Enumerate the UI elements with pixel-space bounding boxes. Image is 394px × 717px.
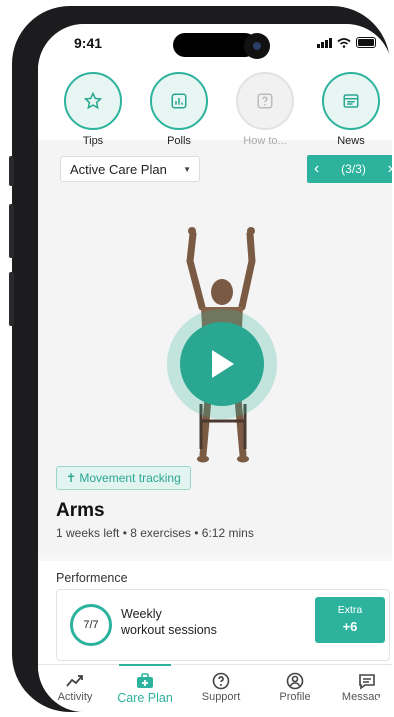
- tab-messages[interactable]: Messages: [332, 671, 392, 703]
- quick-action-label: Tips: [82, 135, 104, 147]
- tab-label: Profile: [279, 691, 311, 703]
- signal-icon: [317, 37, 332, 48]
- news-icon: [343, 94, 359, 108]
- performance-section: Performence 7/7 Weekly workout sessions …: [38, 561, 392, 671]
- care-plan-icon: [137, 673, 153, 688]
- bottom-tab-bar: Activity Care Plan Support Profile Messa…: [38, 664, 392, 712]
- battery-icon: [356, 37, 376, 48]
- messages-icon: [359, 673, 375, 690]
- side-button: [9, 204, 14, 258]
- quick-action-tips[interactable]: Tips: [56, 72, 130, 147]
- tab-label: Support: [201, 691, 241, 703]
- performance-label: Performence: [56, 571, 128, 585]
- poll-icon: [171, 93, 187, 109]
- pager-label: (3/3): [341, 162, 366, 176]
- tab-care-plan[interactable]: Care Plan: [110, 664, 180, 705]
- wifi-icon: [337, 37, 351, 48]
- play-icon: [212, 350, 234, 378]
- phone-frame: 9:41 Tips Polls How to... News Active Ca…: [9, 6, 392, 712]
- quick-action-circle: [236, 72, 294, 130]
- quick-action-circle: [150, 72, 208, 130]
- exercise-video[interactable]: [38, 199, 392, 469]
- tab-label: Activity: [57, 691, 93, 703]
- dropdown-value: Active Care Plan: [70, 162, 167, 177]
- status-time: 9:41: [74, 35, 103, 51]
- star-icon: [84, 92, 102, 110]
- support-icon: [212, 672, 230, 690]
- tab-label: Messages: [341, 691, 392, 703]
- weekly-sessions-text: Weekly workout sessions: [121, 606, 217, 638]
- extra-label: Extra: [337, 604, 363, 616]
- caret-down-icon: ▼: [183, 165, 191, 174]
- quick-action-polls[interactable]: Polls: [142, 72, 216, 147]
- tab-support[interactable]: Support: [186, 671, 256, 703]
- app-screen: 9:41 Tips Polls How to... News Active Ca…: [38, 24, 392, 712]
- prev-button[interactable]: ‹: [314, 160, 319, 178]
- quick-action-how-to[interactable]: How to...: [228, 72, 302, 147]
- movement-tracking-tag[interactable]: ✝ Movement tracking: [56, 466, 191, 490]
- quick-actions: Tips Polls How to... News: [38, 68, 392, 147]
- quick-action-label: How to...: [243, 135, 287, 147]
- quick-action-circle: [64, 72, 122, 130]
- weekly-line-2: workout sessions: [121, 623, 217, 637]
- extra-sessions-badge[interactable]: Extra +6: [315, 597, 385, 643]
- weekly-line-1: Weekly: [121, 607, 162, 621]
- side-button: [9, 272, 14, 326]
- profile-icon: [286, 672, 304, 690]
- tab-activity[interactable]: Activity: [40, 671, 110, 703]
- exercise-meta: 1 weeks left • 8 exercises • 6:12 mins: [56, 526, 254, 540]
- side-button: [9, 156, 14, 186]
- next-button[interactable]: ›: [388, 160, 392, 178]
- exercise-title: Arms: [56, 500, 105, 521]
- extra-value: +6: [342, 619, 358, 634]
- plan-pager: ‹ (3/3) ›: [307, 155, 392, 183]
- tab-profile[interactable]: Profile: [260, 671, 330, 703]
- quick-action-circle: [322, 72, 380, 130]
- performance-card[interactable]: 7/7 Weekly workout sessions Extra +6: [56, 589, 390, 661]
- quick-action-news[interactable]: News: [314, 72, 388, 147]
- status-bar: 9:41: [38, 24, 392, 68]
- tab-label: Care Plan: [117, 691, 173, 705]
- camera-icon: [244, 33, 270, 59]
- care-plan-dropdown[interactable]: Active Care Plan ▼: [60, 156, 200, 182]
- activity-icon: [66, 675, 83, 687]
- progress-ring: 7/7: [70, 604, 112, 646]
- status-icons: [317, 37, 376, 48]
- quick-action-label: News: [337, 135, 365, 147]
- quick-action-label: Polls: [167, 135, 191, 147]
- question-icon: [257, 93, 273, 109]
- play-button[interactable]: [180, 322, 264, 406]
